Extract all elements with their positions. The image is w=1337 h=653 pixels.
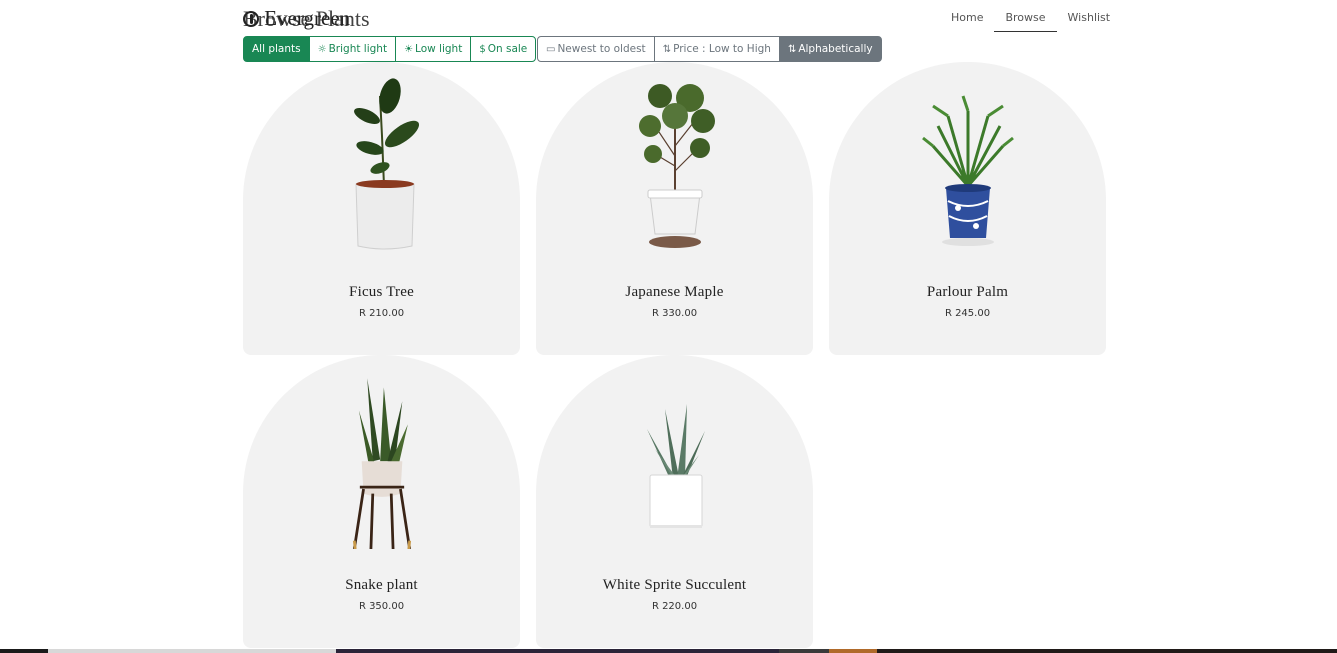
product-name[interactable]: Snake plant bbox=[243, 577, 520, 594]
product-price: R 330.00 bbox=[651, 308, 698, 319]
product-card[interactable]: Ficus Tree R 210.00 bbox=[243, 62, 520, 355]
product-price: R 220.00 bbox=[651, 601, 698, 612]
product-name[interactable]: White Sprite Succulent bbox=[536, 577, 813, 594]
product-price: R 210.00 bbox=[358, 308, 405, 319]
ficus-plant-image bbox=[353, 78, 419, 250]
filter-bright-light-button[interactable]: ☼ Bright light bbox=[308, 36, 397, 62]
sort-button-group: ▭ Newest to oldest ⇅ Price : Low to High ⇅… bbox=[537, 36, 882, 62]
sort-price-button[interactable]: ⇅ Price : Low to High bbox=[653, 36, 780, 62]
product-card[interactable]: White Sprite Succulent R 220.00 bbox=[536, 355, 813, 648]
filter-low-label: Low light bbox=[415, 43, 463, 55]
sun-icon: ☼ bbox=[317, 43, 327, 55]
filter-all-plants-button[interactable]: All plants bbox=[243, 36, 310, 62]
product-price: R 350.00 bbox=[358, 601, 405, 612]
sort-numeric-icon: ⇅ bbox=[662, 43, 672, 55]
dim-sun-icon: ☀ bbox=[404, 43, 414, 55]
sort-alpha-label: Alphabetically bbox=[798, 43, 873, 55]
product-card[interactable]: Japanese Maple R 330.00 bbox=[536, 62, 813, 355]
snake-plant-image bbox=[352, 378, 411, 549]
filter-all-label: All plants bbox=[252, 43, 301, 55]
parlour-palm-plant-image bbox=[921, 95, 1014, 246]
filter-bright-label: Bright light bbox=[328, 43, 388, 55]
taskbar-strip bbox=[0, 649, 1337, 653]
calendar-icon: ▭ bbox=[546, 43, 556, 55]
product-price: R 245.00 bbox=[944, 308, 991, 319]
sort-alpha-icon: ⇅ bbox=[787, 43, 797, 55]
product-grid: Ficus Tree R 210.00 Japanese Maple R 330… bbox=[243, 62, 1106, 648]
sort-price-label: Price : Low to High bbox=[673, 43, 771, 55]
product-name[interactable]: Japanese Maple bbox=[536, 284, 813, 301]
succulent-plant-image bbox=[646, 404, 705, 528]
brand[interactable]: Evergreen Browse Plants bbox=[243, 4, 503, 32]
nav-browse[interactable]: Browse bbox=[994, 6, 1057, 32]
filter-on-sale-button[interactable]: $ On sale bbox=[470, 36, 537, 62]
product-card[interactable]: Snake plant R 350.00 bbox=[243, 355, 520, 648]
page-title: Browse Plants bbox=[243, 6, 370, 31]
nav-home[interactable]: Home bbox=[940, 6, 994, 32]
sort-alpha-button[interactable]: ⇅ Alphabetically bbox=[778, 36, 882, 62]
product-name[interactable]: Ficus Tree bbox=[243, 284, 520, 301]
filter-low-light-button[interactable]: ☀ Low light bbox=[395, 36, 472, 62]
filter-sale-label: On sale bbox=[487, 43, 528, 55]
main-nav: Home Browse Wishlist bbox=[940, 6, 1121, 32]
sort-newest-label: Newest to oldest bbox=[557, 43, 646, 55]
japanese-maple-plant-image bbox=[638, 84, 715, 248]
product-card[interactable]: Parlour Palm R 245.00 bbox=[829, 62, 1106, 355]
product-name[interactable]: Parlour Palm bbox=[829, 284, 1106, 301]
dollar-icon: $ bbox=[479, 43, 486, 55]
filter-button-group: All plants ☼ Bright light ☀ Low light $ On … bbox=[243, 36, 537, 62]
nav-wishlist[interactable]: Wishlist bbox=[1057, 6, 1122, 32]
sort-newest-button[interactable]: ▭ Newest to oldest bbox=[537, 36, 655, 62]
